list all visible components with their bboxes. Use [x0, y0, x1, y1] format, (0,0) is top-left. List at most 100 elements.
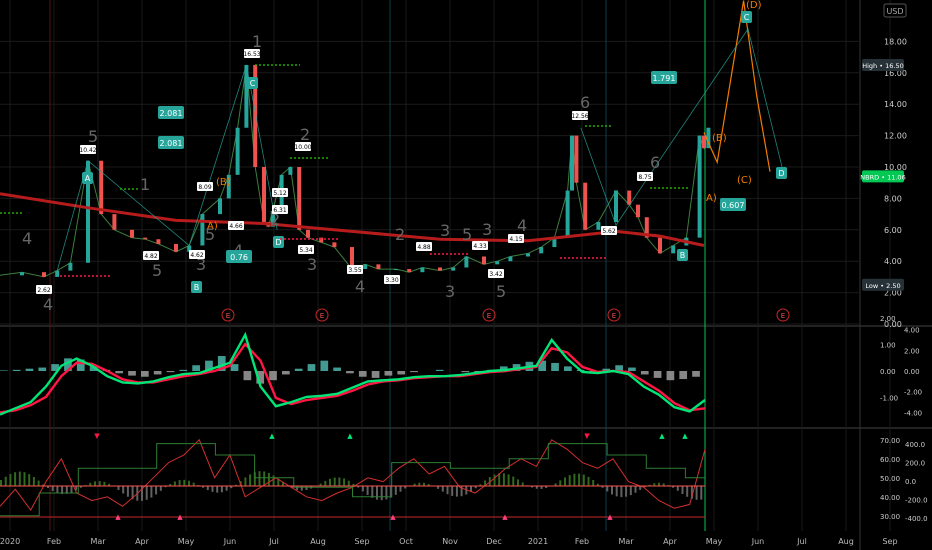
ind-right-tick-label: -200.0 [905, 497, 928, 505]
indicator-histogram-bar [446, 486, 449, 495]
oscillator-slow-line [0, 342, 706, 414]
wave-letter-label: B [680, 251, 686, 260]
histogram-bar [128, 371, 136, 376]
histogram-bar [320, 360, 329, 371]
indicator-histogram-bar [225, 486, 228, 491]
indicator-histogram-bar [333, 477, 336, 486]
indicator-histogram-bar [620, 486, 623, 498]
histogram-bar [410, 371, 418, 373]
indicator-histogram-bar [188, 480, 190, 486]
candle [200, 214, 205, 246]
signal-arrow: ▲ [269, 432, 275, 440]
indicator-histogram-bar [493, 474, 496, 486]
grid [0, 0, 932, 550]
indicator-histogram-bar [347, 480, 350, 486]
x-tick-label: 2020 [0, 537, 20, 546]
indicator-histogram-bar [676, 486, 679, 491]
indicator-histogram-bar [385, 486, 388, 500]
indicator-histogram-bar [695, 486, 698, 500]
osc-tick-label: 0.00 [904, 368, 920, 376]
price-panel [0, 0, 784, 278]
time-axis[interactable]: 2020 Feb Mar Apr May Jun Jul Aug Sep Oct Nov Dec 202… [0, 537, 898, 546]
candle [156, 239, 161, 244]
wave-count-label: 3 [482, 220, 492, 239]
indicator-histogram-bar [126, 486, 129, 497]
x-tick-label: Aug [838, 537, 854, 546]
wave-letter-label: C [250, 79, 256, 88]
projection-label: (C) [737, 175, 752, 186]
wave-letter-label: A) [207, 221, 218, 232]
indicator-histogram-bar [206, 486, 209, 491]
projection-label: (B) [712, 133, 727, 144]
indicator-histogram-bar [564, 477, 566, 486]
indicator-histogram-bar [244, 477, 247, 486]
signal-arrow: ▲ [177, 513, 183, 521]
indicator-histogram-bar [512, 476, 515, 486]
price-badge-label: High • 16.50 [862, 62, 904, 70]
right-price-axis[interactable]: 0.002.004.006.008.0010.0012.0014.0016.00… [860, 37, 927, 523]
indicator-histogram-bar [23, 472, 26, 486]
histogram-bar [141, 371, 149, 377]
wave-letter-label: B [194, 283, 200, 292]
indicator-histogram-bar [338, 477, 341, 486]
ind-right-tick-label: 400.0 [905, 441, 925, 449]
x-tick-label: Mar [618, 537, 634, 546]
ind-left-tick-label: 40.00 [880, 494, 900, 502]
candle [235, 127, 240, 175]
indicator-histogram-bar [629, 486, 632, 496]
indicator-histogram-bar [592, 480, 595, 486]
x-tick-label: Jul [268, 537, 279, 546]
candle [495, 261, 500, 265]
indicator-histogram-bar [324, 480, 327, 486]
price-flag-label: 12.56 [571, 113, 588, 120]
price-flag-label: 10.42 [79, 147, 96, 154]
indicator-histogram-bar [70, 486, 73, 493]
wave-count-label: 1 [252, 32, 262, 51]
candle [42, 272, 46, 277]
x-tick-label: Jul [796, 537, 807, 546]
wave-count-label: 5 [152, 261, 162, 280]
projection-label: D [778, 169, 784, 178]
indicator-panel: ▼ ▲ ▲ ▼ ▲ ▲ ▲ ▲ ▲ ▲ ▲ [0, 432, 706, 521]
price-flag-label: 5.12 [273, 190, 287, 197]
histogram-bar [435, 369, 444, 371]
price-flag-label: 5.62 [602, 228, 616, 235]
indicator-histogram-bar [220, 486, 223, 493]
osc-left-tick-label: 1.00 [880, 342, 896, 350]
candle [671, 245, 676, 254]
indicator-histogram-bar [300, 486, 303, 491]
wave-count-label: 5 [496, 282, 506, 301]
indicator-histogram-bar [32, 476, 35, 486]
candle [112, 214, 117, 230]
indicator-histogram-bar [582, 474, 585, 486]
histogram-bar [461, 371, 470, 373]
price-flag-label: 4.66 [229, 223, 243, 230]
indicator-histogram-bar [559, 480, 562, 486]
price-flag-label: 8.75 [638, 174, 652, 181]
histogram-bar [230, 364, 239, 371]
histogram-bar [564, 366, 572, 371]
indicator-histogram-bar [366, 486, 369, 495]
histogram-bar [166, 371, 175, 373]
histogram-bar [294, 368, 303, 371]
signal-arrow: ▲ [607, 513, 613, 521]
y-tick-label: 8.00 [884, 194, 902, 203]
indicator-histogram-bar [98, 481, 101, 486]
currency-badge[interactable]: USD [883, 3, 907, 18]
price-badge-label: NBRD • 11.06 [860, 173, 905, 181]
signal-arrow: ▼ [94, 432, 100, 440]
indicator-histogram-bar [51, 486, 54, 492]
ind-right-tick-label: -400.0 [905, 515, 928, 523]
candle [614, 190, 618, 222]
osc-left-tick-label: 0.00 [880, 368, 896, 376]
indicator-histogram-bar [296, 486, 299, 490]
indicator-histogram-bar [94, 481, 96, 486]
histogram-bar [358, 371, 367, 377]
oscillator-fast-line [0, 331, 706, 416]
earnings-marker-label: E [487, 312, 491, 320]
x-tick-label: Sep [354, 537, 369, 546]
candle [376, 264, 381, 270]
price-flag-label: 8.09 [198, 184, 212, 191]
histogram-bar [12, 369, 21, 371]
signal-arrow: ▲ [502, 513, 508, 521]
